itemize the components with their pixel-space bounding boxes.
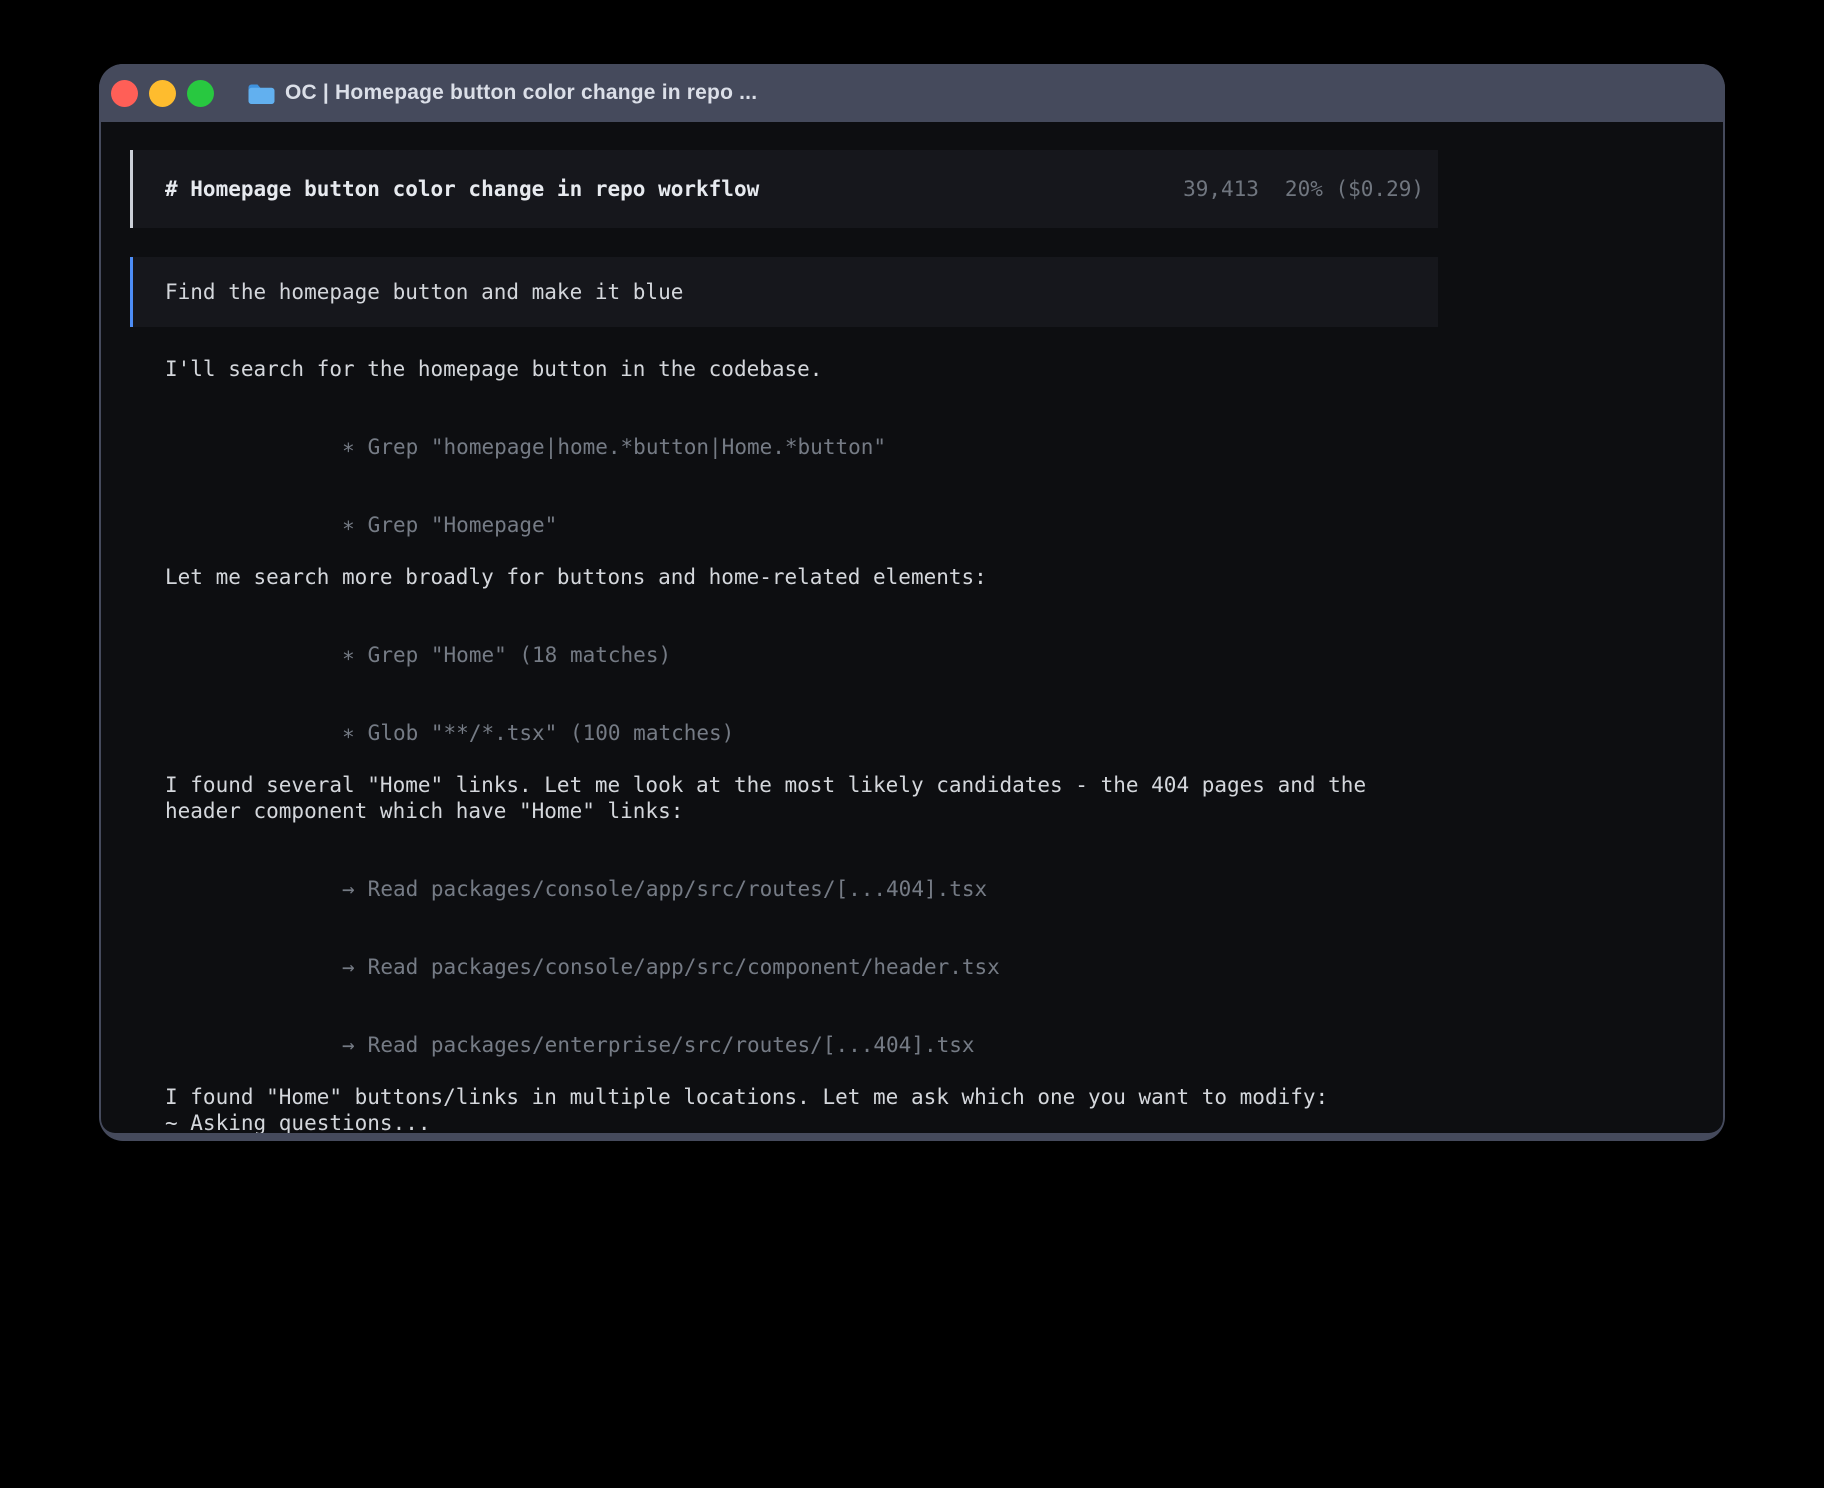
asterisk-icon: ∗ <box>342 434 355 460</box>
arrow-right-icon: → <box>342 954 355 980</box>
terminal-window: OC | Homepage button color change in rep… <box>99 64 1725 1141</box>
folder-icon <box>247 82 276 105</box>
session-stats: 39,413 20% ($0.29) <box>1183 176 1424 202</box>
context-cost: 20% ($0.29) <box>1285 177 1424 201</box>
tool-call-group-2: ∗ Grep "Home" (18 matches) ∗ Glob "**/*.ts… <box>130 616 1438 772</box>
tool-call-glob: ∗ Glob "**/*.tsx" (100 matches) <box>130 694 1438 772</box>
tool-call-grep: ∗ Grep "homepage|home.*button|Home.*butto… <box>130 408 1438 486</box>
tool-call-grep: ∗ Grep "Homepage" <box>130 486 1438 564</box>
tool-call-read: → Read packages/console/app/src/routes/[.… <box>130 850 1438 928</box>
user-message: Find the homepage button and make it blu… <box>130 257 1438 327</box>
arrow-right-icon: → <box>342 1032 355 1058</box>
terminal-content: # Homepage button color change in repo w… <box>101 122 1723 1133</box>
asterisk-icon: ∗ <box>342 720 355 746</box>
tool-call-read: → Read packages/enterprise/src/routes/[..… <box>130 1006 1438 1084</box>
tool-call-group-3: → Read packages/console/app/src/routes/[.… <box>130 850 1438 1084</box>
tool-call-group-1: ∗ Grep "homepage|home.*button|Home.*butto… <box>130 408 1438 564</box>
assistant-text-4: I found "Home" buttons/links in multiple… <box>130 1084 1438 1110</box>
desktop-background: OC | Homepage button color change in rep… <box>0 0 1824 1488</box>
tool-call-grep: ∗ Grep "Home" (18 matches) <box>130 616 1438 694</box>
tool-call-text: Read packages/enterprise/src/routes/[...… <box>368 1033 975 1057</box>
user-message-text: Find the homepage button and make it blu… <box>165 280 683 304</box>
tool-call-text: Read packages/console/app/src/component/… <box>368 955 1000 979</box>
session-header: # Homepage button color change in repo w… <box>130 150 1438 228</box>
assistant-output: I'll search for the homepage button in t… <box>130 356 1438 1133</box>
content-column: # Homepage button color change in repo w… <box>130 122 1438 1133</box>
minimize-button[interactable] <box>149 80 176 107</box>
tool-call-text: Glob "**/*.tsx" (100 matches) <box>368 721 735 745</box>
asterisk-icon: ∗ <box>342 642 355 668</box>
traffic-lights <box>111 80 225 107</box>
assistant-text-1: I'll search for the homepage button in t… <box>130 356 1438 382</box>
window-title: OC | Homepage button color change in rep… <box>285 81 757 105</box>
tool-call-read: → Read packages/console/app/src/component… <box>130 928 1438 1006</box>
tool-call-text: Grep "Home" (18 matches) <box>368 643 671 667</box>
tool-call-text: Grep "homepage|home.*button|Home.*button… <box>368 435 886 459</box>
tool-call-text: Read packages/console/app/src/routes/[..… <box>368 877 988 901</box>
assistant-text-3: I found several "Home" links. Let me loo… <box>130 772 1438 824</box>
asking-questions-status: ~ Asking questions... <box>130 1110 1438 1133</box>
close-button[interactable] <box>111 80 138 107</box>
titlebar[interactable]: OC | Homepage button color change in rep… <box>99 64 1725 122</box>
arrow-right-icon: → <box>342 876 355 902</box>
assistant-text-2: Let me search more broadly for buttons a… <box>130 564 1438 590</box>
zoom-button[interactable] <box>187 80 214 107</box>
tool-call-text: Grep "Homepage" <box>368 513 558 537</box>
asterisk-icon: ∗ <box>342 512 355 538</box>
token-count: 39,413 <box>1183 177 1259 201</box>
session-title: # Homepage button color change in repo w… <box>165 176 759 202</box>
